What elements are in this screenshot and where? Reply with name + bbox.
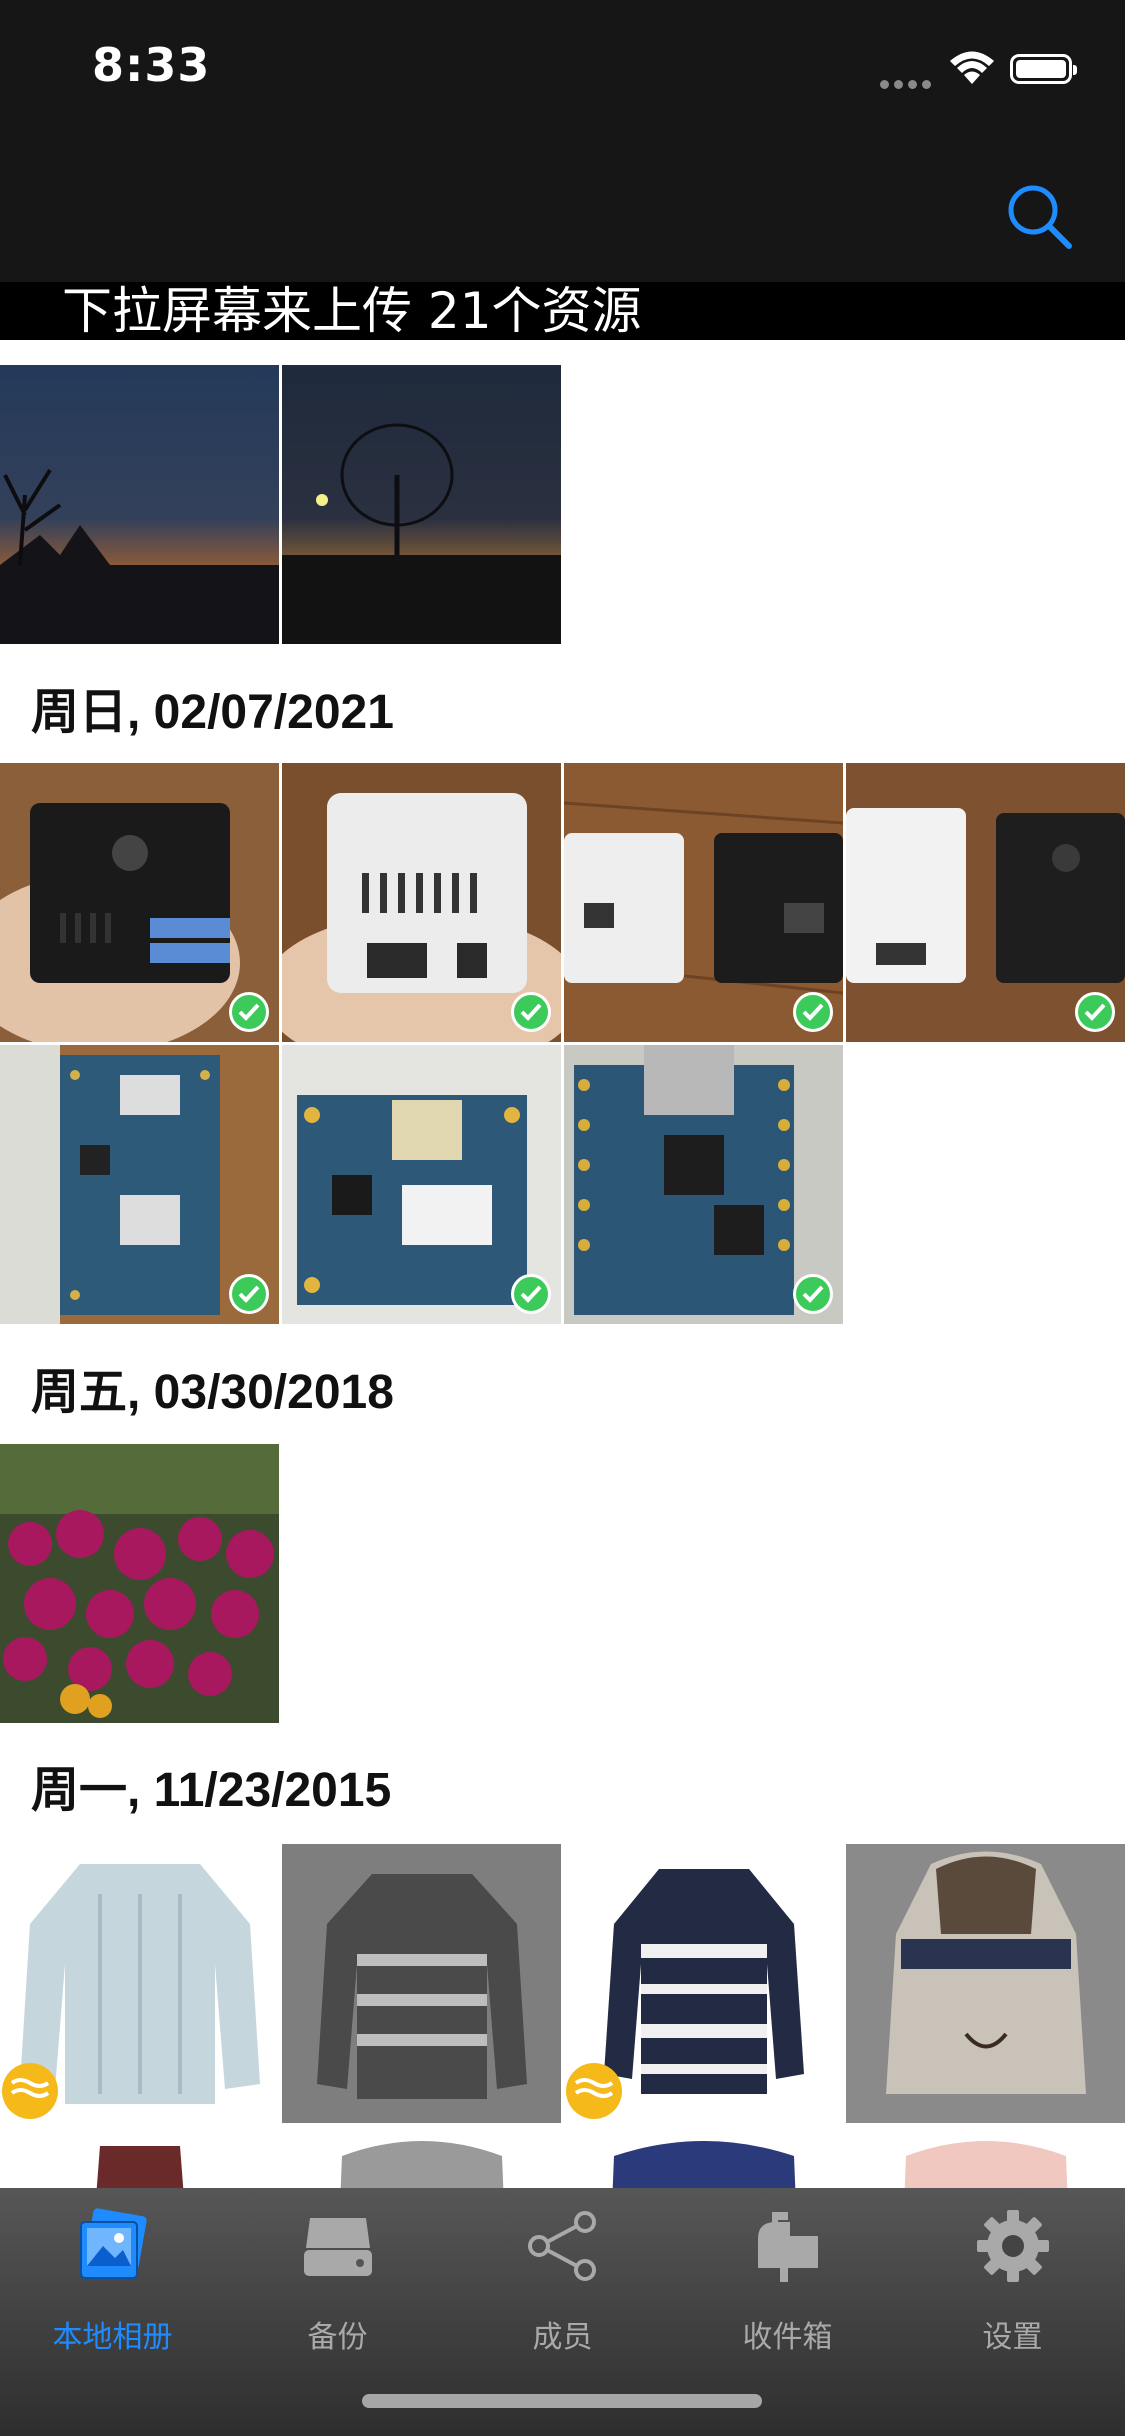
- uploaded-check-icon: [229, 1274, 269, 1314]
- date-header: 周五, 03/30/2018: [31, 1366, 394, 1419]
- photo-thumbnail[interactable]: [564, 2126, 843, 2188]
- sweater-photo: [282, 2126, 561, 2188]
- tab-label: 备份: [307, 2320, 368, 2355]
- search-button[interactable]: [1005, 182, 1075, 252]
- photo-thumbnail[interactable]: [846, 1844, 1125, 2123]
- uploaded-check-icon: [793, 1274, 833, 1314]
- navigation-bar: 8:33: [0, 0, 1125, 282]
- uploaded-check-icon: [1075, 992, 1115, 1032]
- tab-settings[interactable]: 设置: [900, 2208, 1125, 2378]
- tab-backup[interactable]: 备份: [225, 2208, 450, 2378]
- search-icon: [1008, 185, 1072, 249]
- photo-thumbnail[interactable]: [0, 365, 279, 644]
- photo-thumbnail[interactable]: [282, 1045, 561, 1324]
- uploaded-check-icon: [229, 992, 269, 1032]
- hooded-cardigan-photo: [846, 1844, 1125, 2123]
- sunset-tree-photo: [0, 365, 279, 644]
- status-time: 8:33: [92, 38, 211, 92]
- uploaded-check-icon: [511, 992, 551, 1032]
- photo-thumbnail[interactable]: [564, 763, 843, 1042]
- gray-pattern-sweater-photo: [282, 1844, 561, 2123]
- photo-thumbnail[interactable]: [0, 1444, 279, 1723]
- photo-thumbnail[interactable]: [0, 1045, 279, 1324]
- photo-thumbnail[interactable]: [0, 1844, 279, 2123]
- live-photo-badge-icon: [2, 2063, 58, 2119]
- photo-thumbnail[interactable]: [564, 1844, 843, 2123]
- date-header: 周日, 02/07/2021: [31, 686, 394, 739]
- uploaded-check-icon: [793, 992, 833, 1032]
- photo-thumbnail[interactable]: [0, 2126, 279, 2188]
- photo-thumbnail[interactable]: [282, 2126, 561, 2188]
- tab-members[interactable]: 成员: [450, 2208, 675, 2378]
- photo-thumbnail[interactable]: [282, 1844, 561, 2123]
- flowers-photo: [0, 1444, 279, 1723]
- wifi-icon: [950, 51, 994, 84]
- pull-to-upload-banner: 下拉屏幕来上传 21个资源: [0, 282, 1125, 340]
- gear-icon: [977, 2210, 1049, 2282]
- uploaded-check-icon: [511, 1274, 551, 1314]
- battery-icon: [1010, 54, 1077, 84]
- date-header: 周一, 11/23/2015: [31, 1764, 392, 1817]
- cellular-signal-icon: [880, 74, 936, 93]
- inbox-icon: [758, 2212, 818, 2282]
- photo-thumbnail[interactable]: [282, 365, 561, 644]
- tab-inbox[interactable]: 收件箱: [675, 2208, 900, 2378]
- photo-thumbnail[interactable]: [564, 1045, 843, 1324]
- photo-thumbnail[interactable]: [846, 763, 1125, 1042]
- photo-thumbnail[interactable]: [846, 2126, 1125, 2188]
- tab-label: 设置: [982, 2320, 1043, 2355]
- sweater-photo: [0, 2126, 279, 2188]
- tab-label: 收件箱: [742, 2320, 833, 2355]
- sweater-photo: [846, 2126, 1125, 2188]
- photo-thumbnail[interactable]: [0, 763, 279, 1042]
- tab-local-album[interactable]: 本地相册: [0, 2208, 225, 2378]
- share-icon: [528, 2211, 596, 2281]
- home-indicator[interactable]: [362, 2394, 762, 2408]
- tab-label: 成员: [532, 2320, 593, 2355]
- photo-thumbnail[interactable]: [282, 763, 561, 1042]
- sweater-photo: [564, 2126, 843, 2188]
- drive-icon: [304, 2218, 372, 2276]
- photo-album-icon: [80, 2208, 147, 2279]
- dusk-tree-photo: [282, 365, 561, 644]
- live-photo-badge-icon: [566, 2063, 622, 2119]
- tab-label: 本地相册: [52, 2320, 173, 2355]
